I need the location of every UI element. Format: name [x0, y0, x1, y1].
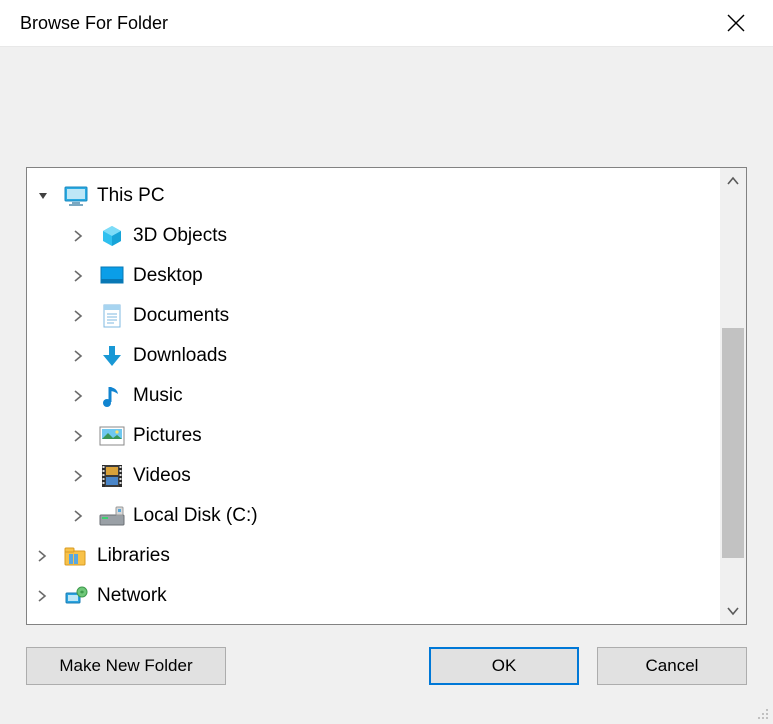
chevron-right-icon[interactable] — [37, 590, 61, 602]
documents-icon — [97, 302, 127, 330]
chevron-right-icon[interactable] — [73, 430, 97, 442]
tree-item-local-disk-c[interactable]: Local Disk (C:) — [27, 496, 746, 536]
scroll-down-button[interactable] — [720, 598, 746, 624]
tree-item-desktop[interactable]: Desktop — [27, 256, 746, 296]
network-icon — [61, 582, 91, 610]
tree-item-documents[interactable]: Documents — [27, 296, 746, 336]
folder-tree-container: This PC 3D Objects — [26, 167, 747, 625]
tree-item-3d-objects[interactable]: 3D Objects — [27, 216, 746, 256]
tree-item-this-pc[interactable]: This PC — [27, 176, 746, 216]
chevron-right-icon[interactable] — [73, 390, 97, 402]
chevron-right-icon[interactable] — [73, 270, 97, 282]
scroll-up-button[interactable] — [720, 168, 746, 194]
tree-item-label: Libraries — [97, 545, 170, 567]
tree-item-downloads[interactable]: Downloads — [27, 336, 746, 376]
chevron-right-icon[interactable] — [37, 550, 61, 562]
dialog-body: This PC 3D Objects — [0, 46, 773, 724]
chevron-right-icon[interactable] — [73, 350, 97, 362]
tree-item-label: Desktop — [133, 265, 203, 287]
tree-item-label: 3D Objects — [133, 225, 227, 247]
music-icon — [97, 382, 127, 410]
vertical-scrollbar[interactable] — [720, 168, 746, 624]
make-new-folder-button[interactable]: Make New Folder — [26, 647, 226, 685]
tree-item-libraries[interactable]: Libraries — [27, 536, 746, 576]
tree-item-music[interactable]: Music — [27, 376, 746, 416]
scroll-thumb[interactable] — [722, 328, 744, 558]
tree-item-label: This PC — [97, 185, 165, 207]
tree-item-label: Music — [133, 385, 183, 407]
chevron-down-icon[interactable] — [37, 190, 61, 202]
local-disk-icon — [97, 502, 127, 530]
cancel-button[interactable]: Cancel — [597, 647, 747, 685]
chevron-right-icon[interactable] — [73, 470, 97, 482]
tree-item-videos[interactable]: Videos — [27, 456, 746, 496]
tree-item-label: Videos — [133, 465, 191, 487]
tree-item-label: Documents — [133, 305, 229, 327]
desktop-icon — [97, 262, 127, 290]
close-icon — [727, 14, 745, 32]
3d-objects-icon — [97, 222, 127, 250]
tree-item-pictures[interactable]: Pictures — [27, 416, 746, 456]
videos-icon — [97, 462, 127, 490]
tree-item-label: Network — [97, 585, 167, 607]
this-pc-icon — [61, 182, 91, 210]
ok-button[interactable]: OK — [429, 647, 579, 685]
pictures-icon — [97, 422, 127, 450]
dialog-buttons: Make New Folder OK Cancel — [26, 647, 747, 685]
chevron-right-icon[interactable] — [73, 230, 97, 242]
chevron-down-icon — [727, 606, 739, 616]
folder-tree[interactable]: This PC 3D Objects — [27, 168, 746, 624]
libraries-icon — [61, 542, 91, 570]
title-bar: Browse For Folder — [0, 0, 773, 46]
resize-grip[interactable] — [755, 706, 771, 722]
tree-item-network[interactable]: Network — [27, 576, 746, 616]
close-button[interactable] — [719, 10, 753, 36]
window-title: Browse For Folder — [20, 13, 168, 34]
chevron-up-icon — [727, 176, 739, 186]
chevron-right-icon[interactable] — [73, 510, 97, 522]
tree-item-label: Pictures — [133, 425, 202, 447]
chevron-right-icon[interactable] — [73, 310, 97, 322]
tree-item-label: Local Disk (C:) — [133, 505, 258, 527]
downloads-icon — [97, 342, 127, 370]
tree-item-label: Downloads — [133, 345, 227, 367]
